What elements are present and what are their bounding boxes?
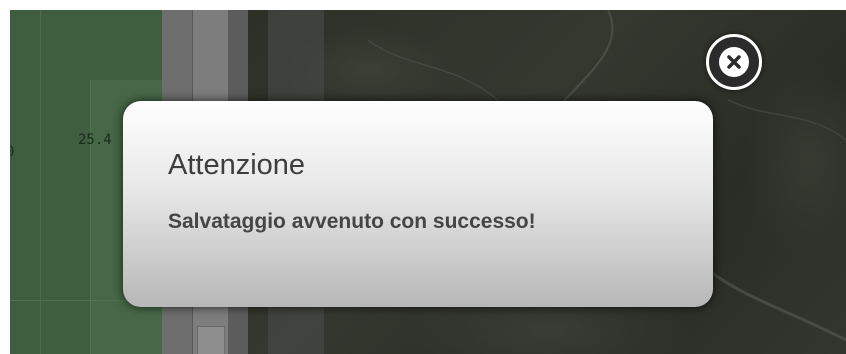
- alert-dialog: Attenzione Salvataggio avvenuto con succ…: [123, 101, 713, 307]
- edge-value: 0: [10, 144, 15, 160]
- close-icon: [719, 47, 749, 77]
- dialog-title: Attenzione: [168, 149, 306, 181]
- scrollbar-thumb[interactable]: [197, 326, 225, 354]
- cell-value: 25.4: [78, 132, 112, 148]
- grid-line: [40, 10, 41, 354]
- close-button[interactable]: [706, 34, 762, 90]
- background-frame: 0 25.4 Attenzione Salvataggio avvenuto c…: [10, 10, 846, 354]
- dialog-message: Salvataggio avvenuto con successo!: [168, 210, 536, 233]
